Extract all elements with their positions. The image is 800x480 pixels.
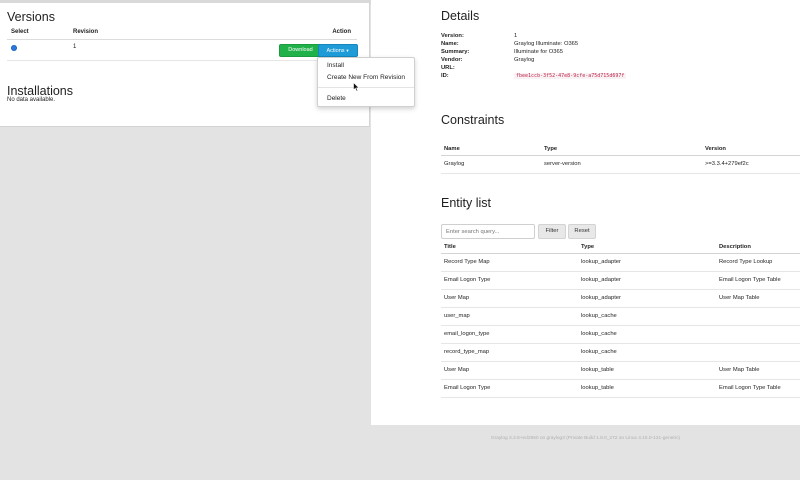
col-type: Type [581,244,595,250]
mouse-cursor-icon [353,82,360,92]
actions-dropdown-menu: Install Create New From Revision Delete [317,57,415,107]
entity-table-header: Title Type Description [441,241,800,254]
table-row: User Map lookup_adapter User Map Table [441,290,800,308]
filter-button[interactable]: Filter [538,224,566,239]
table-row: Email Logon Type lookup_table Email Logo… [441,380,800,398]
table-row: Record Type Map lookup_adapter Record Ty… [441,254,800,272]
col-select: Select [11,29,29,35]
menu-divider [318,87,414,88]
details-title: Details [441,9,480,23]
col-title: Title [444,244,456,250]
table-row: user_map lookup_cache [441,308,800,326]
actions-button[interactable]: Actions▼ [318,44,358,57]
installations-empty: No data available. [7,97,56,103]
table-row: 1 Download Actions▼ [7,41,358,61]
download-button[interactable]: Download [279,44,322,57]
col-action: Action [332,29,351,35]
table-row: Email Logon Type lookup_adapter Email Lo… [441,272,800,290]
versions-title: Versions [7,10,55,24]
menu-item-install[interactable]: Install [327,62,344,69]
col-revision: Revision [73,29,99,35]
versions-table-header: Select Revision Action [7,28,357,40]
constraints-title: Constraints [441,113,505,127]
footer-version-info: Graylog 3.3.8+ed2980 on graylog3 (Privat… [490,436,681,441]
menu-item-delete[interactable]: Delete [327,95,346,102]
col-name: Name [444,146,460,152]
versions-panel: Versions Select Revision Action 1 Downlo… [0,3,370,127]
id-code: fbee1ccb-3f52-47e8-9cfe-a75d715d697f [514,73,627,79]
table-row: User Map lookup_table User Map Table [441,362,800,380]
revision-value: 1 [73,44,77,50]
constraints-table-header: Name Type Version [441,143,800,156]
actions-label: Actions [326,47,345,54]
entity-list-title: Entity list [441,196,492,210]
installations-title: Installations [7,84,74,98]
caret-down-icon: ▼ [345,48,350,53]
menu-item-create-new-from-revision[interactable]: Create New From Revision [327,74,405,81]
table-row: email_logon_type lookup_cache [441,326,800,344]
col-type: Type [544,146,558,152]
col-version: Version [705,146,726,152]
table-row: Graylog server-version >=3.3.4+279ef2c [441,156,800,174]
reset-button[interactable]: Reset [568,224,596,239]
col-description: Description [719,244,751,250]
table-row: record_type_map lookup_cache [441,344,800,362]
details-panel: Details Version: 1 Name: Graylog Illuminat… [371,0,800,425]
select-radio[interactable] [11,45,17,51]
search-input[interactable] [441,224,535,239]
